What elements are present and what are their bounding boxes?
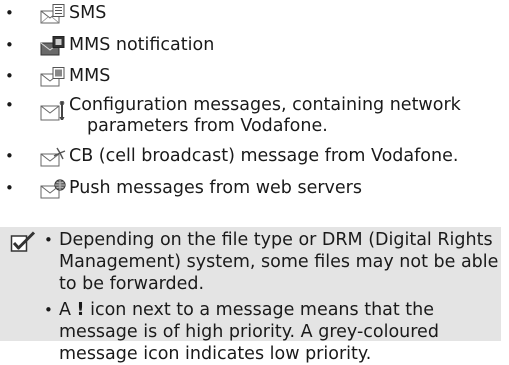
item-text-line1: Configuration messages, containing netwo… [69,95,461,115]
sms-message-icon [40,4,65,24]
cell-broadcast-icon [40,147,66,167]
bullet: • [5,36,14,54]
configuration-message-icon [40,101,65,121]
bullet: • [5,67,14,85]
item-text-line2: parameters from Vodafone. [87,116,328,136]
priority-exclamation: ! [76,300,85,320]
item-text: SMS [69,3,107,23]
item-text: MMS [69,66,111,86]
bullet: • [5,4,14,22]
note-item-drm: • Depending on the file type or DRM (Dig… [44,229,499,295]
bullet: • [44,301,53,319]
checkmark-note-icon [10,231,36,252]
item-text: Push messages from web servers [69,178,362,198]
bullet: • [44,231,53,249]
note-box: • Depending on the file type or DRM (Dig… [0,227,501,364]
note-list: • Depending on the file type or DRM (Dig… [44,229,499,365]
note-text: Depending on the file type or DRM (Digit… [59,230,499,294]
push-message-icon [40,179,66,199]
note-item-priority: • A ! icon next to a message means that … [44,299,499,365]
mms-message-icon [40,67,65,87]
bullet: • [5,147,14,165]
mms-notification-icon [40,36,65,56]
bullet: • [5,96,14,114]
note-text-suffix: icon next to a message means that the me… [59,300,439,364]
note-text-prefix: A [59,300,77,320]
item-text: MMS notification [69,35,215,55]
item-text: CB (cell broadcast) message from Vodafon… [69,146,459,166]
item-text: Configuration messages, containing netwo… [69,95,499,137]
bullet: • [5,179,14,197]
